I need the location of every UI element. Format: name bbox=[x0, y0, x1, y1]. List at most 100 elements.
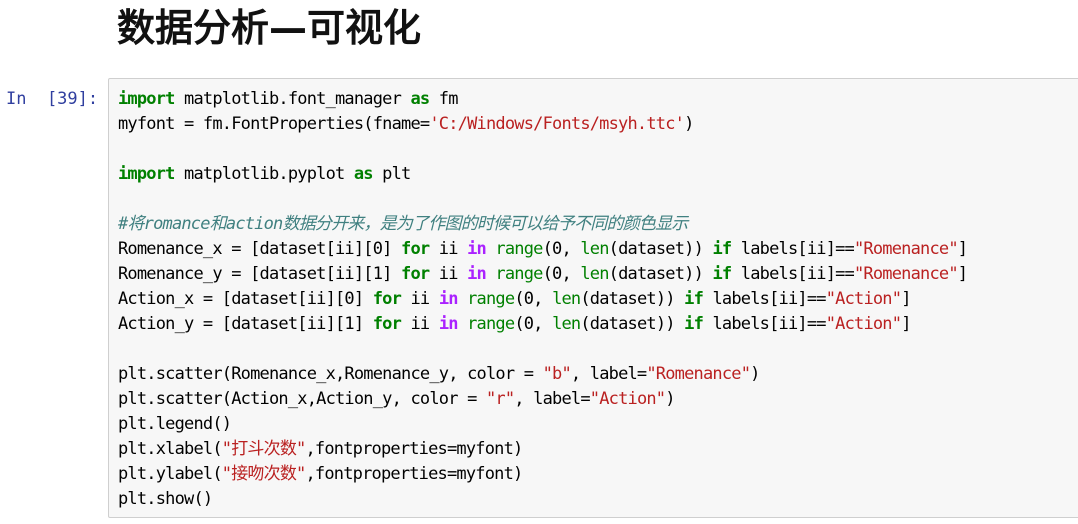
code-token: in bbox=[438, 314, 459, 334]
code-token: ) bbox=[750, 364, 760, 384]
code-token: fm bbox=[429, 89, 459, 109]
code-line[interactable]: Romenance_y = [dataset[ii][1] for ii in … bbox=[118, 262, 968, 287]
code-token: ii bbox=[401, 314, 439, 334]
code-token: ] bbox=[901, 314, 911, 334]
code-token: (0, bbox=[514, 314, 553, 334]
code-token: (0, bbox=[542, 239, 581, 259]
code-token: labels[ii]== bbox=[703, 289, 826, 309]
code-token: if bbox=[712, 239, 732, 259]
code-token: 'C:/Windows/Fonts/msyh.ttc' bbox=[429, 114, 685, 134]
code-token: , label= bbox=[514, 389, 590, 409]
code-token: (dataset)) bbox=[580, 289, 685, 309]
code-token: as bbox=[353, 164, 374, 184]
code-line[interactable]: myfont = fm.FontProperties(fname='C:/Win… bbox=[118, 112, 967, 137]
code-token: as bbox=[410, 89, 430, 109]
code-token: plt.show() bbox=[118, 489, 213, 509]
code-line[interactable]: import matplotlib.font_manager as fm bbox=[118, 87, 967, 112]
code-cell-editor[interactable]: import matplotlib.font_manager as fm myfo… bbox=[108, 78, 1078, 518]
code-token: Action_x = [dataset[ii][0] bbox=[118, 289, 373, 309]
code-token: for bbox=[401, 239, 430, 259]
code-token: "Romenance" bbox=[854, 264, 959, 284]
code-token: ,fontproperties=myfont) bbox=[305, 464, 523, 484]
code-token: "Action" bbox=[825, 289, 902, 309]
code-token: "r" bbox=[485, 389, 515, 409]
code-token: for bbox=[372, 289, 402, 309]
code-token: matplotlib.pyplot bbox=[174, 164, 354, 184]
code-token: "Romenance" bbox=[854, 239, 959, 259]
code-line[interactable]: plt.show() bbox=[118, 487, 967, 512]
code-token: (0, bbox=[542, 264, 581, 284]
code-token: in bbox=[467, 264, 487, 284]
code-token: plt.legend() bbox=[118, 414, 232, 434]
code-token: Romenance_x = [dataset[ii][0] bbox=[118, 239, 402, 259]
code-token: ii bbox=[401, 289, 439, 309]
code-token: import bbox=[118, 89, 175, 109]
code-token: len bbox=[552, 289, 581, 309]
code-token: ] bbox=[957, 264, 968, 284]
code-token: for bbox=[401, 264, 430, 284]
code-token: range bbox=[495, 264, 543, 284]
code-token: labels[ii]== bbox=[731, 239, 855, 259]
code-token: import bbox=[118, 164, 175, 184]
code-line[interactable]: plt.ylabel("接吻次数",fontproperties=myfont) bbox=[118, 462, 967, 487]
code-line[interactable]: ​ bbox=[118, 137, 967, 162]
code-token: labels[ii]== bbox=[703, 314, 826, 334]
code-token: myfont = fm.FontProperties(fname= bbox=[118, 114, 430, 134]
code-token: ) bbox=[684, 114, 694, 134]
markdown-heading: 数据分析—可视化 bbox=[117, 6, 422, 50]
code-token: matplotlib.font_manager bbox=[174, 89, 411, 109]
code-token: if bbox=[712, 264, 732, 284]
code-token: labels[ii]== bbox=[731, 264, 855, 284]
code-token: range bbox=[467, 289, 515, 309]
code-line[interactable]: #将romance和action数据分开来，是为了作图的时候可以给予不同的颜色显… bbox=[118, 212, 967, 237]
code-token: , label= bbox=[570, 364, 647, 384]
code-token: ] bbox=[957, 239, 968, 259]
code-token: ii bbox=[429, 264, 468, 284]
input-prompt: In [39]: bbox=[6, 89, 99, 109]
code-line[interactable]: ​ bbox=[118, 337, 967, 362]
code-line[interactable]: plt.xlabel("打斗次数",fontproperties=myfont) bbox=[118, 437, 967, 462]
code-token: range bbox=[467, 314, 515, 334]
code-token: in bbox=[467, 239, 487, 259]
code-token: (dataset)) bbox=[580, 314, 685, 334]
code-token: len bbox=[580, 239, 609, 259]
code-token: range bbox=[495, 239, 543, 259]
code-token: plt.ylabel( bbox=[118, 464, 223, 484]
code-token: (0, bbox=[514, 289, 553, 309]
code-token: if bbox=[684, 289, 704, 309]
code-token: plt bbox=[372, 164, 411, 184]
code-line[interactable]: plt.legend() bbox=[118, 412, 967, 437]
code-line[interactable]: Action_y = [dataset[ii][1] for ii in ran… bbox=[118, 312, 967, 337]
code-token: ) bbox=[665, 389, 675, 409]
code-token: "打斗次数" bbox=[221, 439, 306, 459]
code-token: plt.scatter(Action_x,Action_y, color = bbox=[118, 389, 486, 409]
code-line[interactable]: plt.scatter(Action_x,Action_y, color = "… bbox=[118, 387, 967, 412]
code-token: #将romance和action数据分开来，是为了作图的时候可以给予不同的颜色显… bbox=[118, 214, 688, 234]
code-token: if bbox=[684, 314, 704, 334]
code-line[interactable]: ​ bbox=[118, 187, 967, 212]
code-token: ,fontproperties=myfont) bbox=[305, 439, 523, 459]
code-token: plt.xlabel( bbox=[118, 439, 223, 459]
code-line[interactable]: Action_x = [dataset[ii][0] for ii in ran… bbox=[118, 287, 967, 312]
code-lines[interactable]: import matplotlib.font_manager as fm myfo… bbox=[118, 87, 968, 512]
code-token: len bbox=[552, 314, 581, 334]
code-token: "Action" bbox=[825, 314, 902, 334]
code-line[interactable]: import matplotlib.pyplot as plt bbox=[118, 162, 967, 187]
code-line[interactable]: Romenance_x = [dataset[ii][0] for ii in … bbox=[118, 237, 968, 262]
code-token: "接吻次数" bbox=[221, 464, 306, 484]
code-token: "b" bbox=[542, 364, 572, 384]
code-token: plt.scatter(Romenance_x,Romenance_y, col… bbox=[118, 364, 543, 384]
code-token: for bbox=[372, 314, 402, 334]
code-line[interactable]: plt.scatter(Romenance_x,Romenance_y, col… bbox=[118, 362, 967, 387]
code-token: ii bbox=[429, 239, 468, 259]
code-token: Romenance_y = [dataset[ii][1] bbox=[118, 264, 402, 284]
code-token: in bbox=[438, 289, 459, 309]
code-token: "Romenance" bbox=[646, 364, 751, 384]
code-token: Action_y = [dataset[ii][1] bbox=[118, 314, 373, 334]
code-token: (dataset)) bbox=[608, 239, 713, 259]
code-token: len bbox=[580, 264, 609, 284]
